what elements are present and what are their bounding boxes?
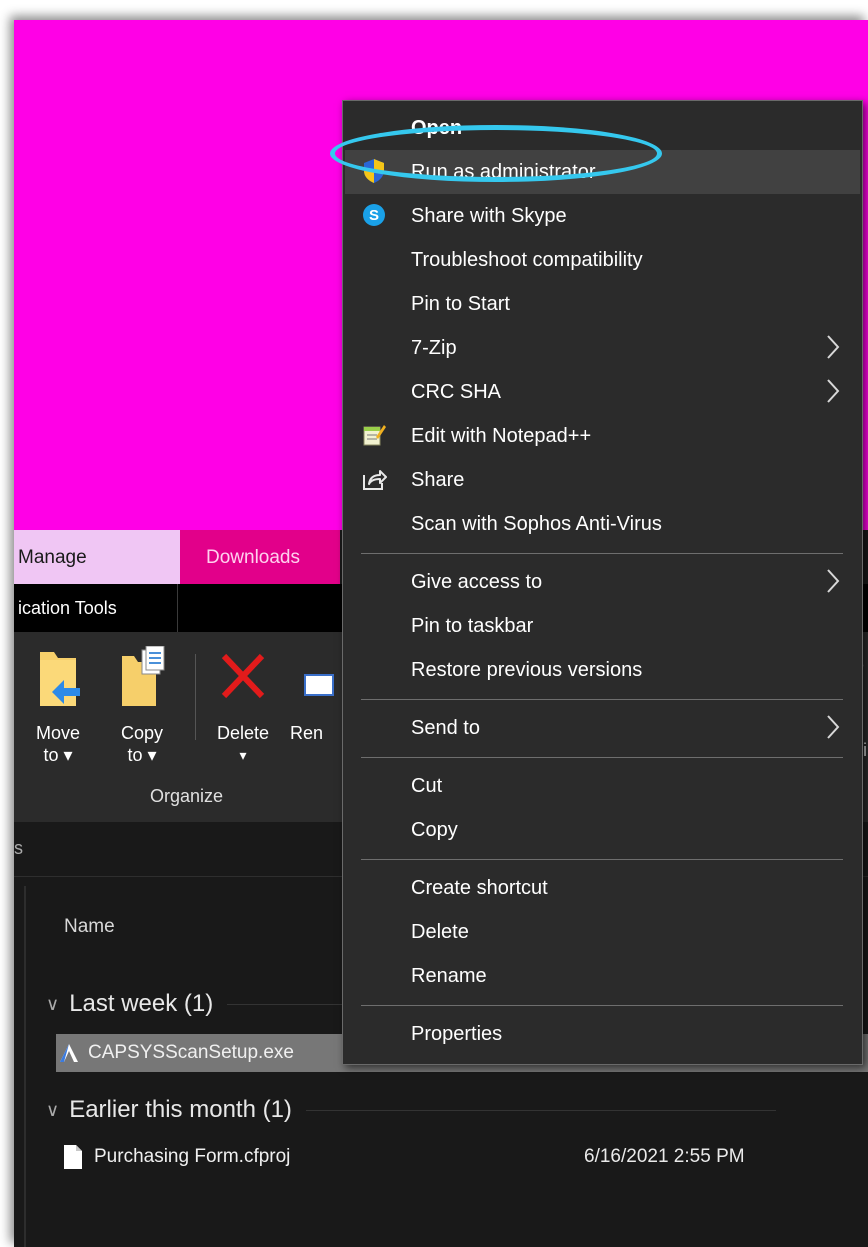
move-to-button[interactable]: Move to ▾ (30, 646, 86, 766)
chevron-right-icon (827, 715, 840, 739)
menu-item-label: Create shortcut (411, 876, 548, 899)
copy-to-label-2: to ▾ (127, 745, 157, 765)
menu-separator (361, 1005, 843, 1006)
address-bar-text: s (14, 838, 23, 858)
notepad-plus-plus-icon (361, 422, 387, 448)
menu-item-share-with-skype[interactable]: S Share with Skype (345, 194, 860, 238)
chevron-right-icon (827, 569, 840, 593)
rename-button[interactable]: Ren (290, 646, 340, 766)
menu-item-label: CRC SHA (411, 380, 502, 403)
menu-item-label: Properties (411, 1022, 503, 1045)
ribbon-separator (195, 654, 196, 740)
move-to-icon (40, 652, 80, 706)
menu-item-label: Edit with Notepad++ (411, 424, 592, 447)
menu-item-pin-to-taskbar[interactable]: Pin to taskbar (345, 604, 860, 648)
menu-item-label: 7-Zip (411, 336, 457, 359)
menu-item-scan-with-sophos[interactable]: Scan with Sophos Anti-Virus (345, 502, 860, 546)
copy-to-button[interactable]: Copy to ▾ (114, 646, 170, 766)
menu-item-label: Cut (411, 774, 443, 797)
move-to-label-2: to ▾ (43, 745, 73, 765)
group-label: Last week (1) (69, 990, 214, 1017)
menu-item-properties[interactable]: Properties (345, 1012, 860, 1056)
menu-item-label: Share (411, 468, 465, 491)
menu-item-give-access-to[interactable]: Give access to (345, 560, 860, 604)
menu-item-label: Rename (411, 964, 487, 987)
menu-item-label: Give access to (411, 570, 543, 593)
delete-dropdown-arrow: ▾ (239, 747, 247, 763)
delete-button[interactable]: Delete ▾ (208, 646, 278, 766)
move-to-label: Move (35, 723, 80, 743)
menu-item-rename[interactable]: Rename (345, 954, 860, 998)
group-header-earlier-this-month[interactable]: ∨ Earlier this month (1) (46, 1096, 776, 1124)
menu-item-label: Scan with Sophos Anti-Virus (411, 512, 662, 535)
menu-item-run-as-administrator[interactable]: Run as administrator (345, 150, 860, 194)
menu-item-pin-to-start[interactable]: Pin to Start (345, 282, 860, 326)
menu-item-7-zip[interactable]: 7-Zip (345, 326, 860, 370)
screenshot-frame: Manage Downloads ication Tools Move to ▾ (14, 20, 868, 1247)
share-icon (361, 466, 387, 492)
file-name: Purchasing Form.cfproj (94, 1146, 291, 1167)
menu-item-label: Run as administrator (411, 160, 596, 183)
menu-separator (361, 699, 843, 700)
skype-icon: S (361, 202, 387, 228)
uac-shield-icon (361, 158, 387, 184)
tab-downloads[interactable]: Downloads (180, 530, 340, 584)
copy-to-icon (122, 646, 165, 706)
menu-item-edit-with-notepad-plus-plus[interactable]: Edit with Notepad++ (345, 414, 860, 458)
exe-app-icon (60, 1044, 78, 1062)
menu-item-delete[interactable]: Delete (345, 910, 860, 954)
menu-item-create-shortcut[interactable]: Create shortcut (345, 866, 860, 910)
menu-item-label: Troubleshoot compatibility (411, 248, 643, 271)
menu-item-share[interactable]: Share (345, 458, 860, 502)
menu-item-restore-previous-versions[interactable]: Restore previous versions (345, 648, 860, 692)
menu-item-label: Send to (411, 716, 480, 739)
svg-text:S: S (369, 207, 379, 224)
context-menu: Open Run as administrator S Share with S… (342, 100, 863, 1065)
chevron-right-icon (827, 335, 840, 359)
menu-item-label: Restore previous versions (411, 658, 643, 681)
menu-item-label: Pin to taskbar (411, 614, 534, 637)
menu-separator (361, 859, 843, 860)
menu-separator (361, 757, 843, 758)
chevron-down-icon: ∨ (46, 993, 60, 1014)
document-file-icon (64, 1145, 82, 1169)
file-name: CAPSYSScanSetup.exe (88, 1042, 294, 1063)
delete-label: Delete (216, 723, 270, 743)
menu-item-troubleshoot-compatibility[interactable]: Troubleshoot compatibility (345, 238, 860, 282)
menu-item-label: Share with Skype (411, 204, 567, 227)
column-header-name[interactable]: Name (64, 916, 115, 938)
rename-icon (304, 674, 334, 696)
menu-separator (361, 553, 843, 554)
tab-manage[interactable]: Manage (14, 530, 180, 584)
group-divider (305, 1109, 776, 1111)
file-date: 6/16/2021 2:55 PM (584, 1146, 745, 1167)
copy-to-label: Copy (120, 723, 164, 743)
menu-item-copy[interactable]: Copy (345, 808, 860, 852)
chevron-right-icon (827, 379, 840, 403)
file-row-purchasing-form[interactable]: Purchasing Form.cfproj 6/16/2021 2:55 PM (56, 1138, 868, 1176)
delete-x-icon (221, 653, 265, 699)
menu-item-crc-sha[interactable]: CRC SHA (345, 370, 860, 414)
menu-item-send-to[interactable]: Send to (345, 706, 860, 750)
chevron-down-icon: ∨ (46, 1099, 60, 1120)
menu-item-label: Pin to Start (411, 292, 510, 315)
group-label: Earlier this month (1) (69, 1096, 292, 1123)
menu-item-label: Delete (411, 920, 469, 943)
menu-item-label: Copy (411, 818, 458, 841)
tab-application-tools[interactable]: ication Tools (14, 584, 178, 632)
rename-label: Ren (290, 723, 324, 743)
organize-group-label: Organize (150, 786, 224, 806)
menu-item-label: Open (411, 116, 463, 139)
menu-item-open[interactable]: Open (345, 106, 860, 150)
menu-item-cut[interactable]: Cut (345, 764, 860, 808)
